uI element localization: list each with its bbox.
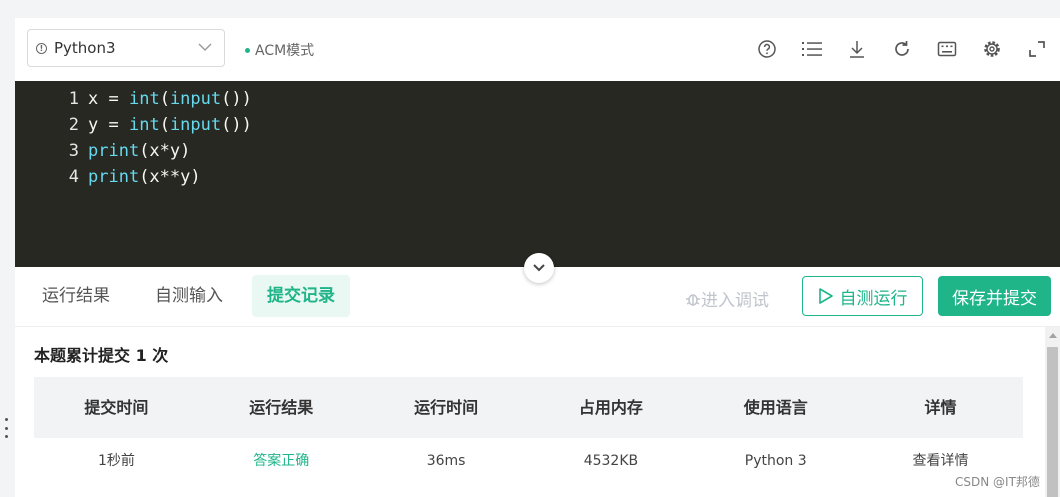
records-table-header: 提交时间 运行结果 运行时间 占用内存 使用语言 详情 (34, 377, 1023, 438)
drag-dot (4, 426, 8, 430)
play-icon (818, 288, 833, 304)
cell-submit-time: 1秒前 (97, 453, 135, 469)
header-result: 运行结果 (249, 398, 314, 417)
save-and-submit-button[interactable]: 保存并提交 (938, 276, 1051, 316)
line-number: 4 (68, 167, 79, 187)
code-line: 3 print(x*y) (15, 138, 191, 164)
cell-memory: 4532KB (583, 453, 639, 469)
header-memory: 占用内存 (578, 398, 643, 417)
code-token: x (88, 89, 99, 109)
code-token: input (169, 115, 222, 135)
code-token: ( (159, 115, 170, 135)
watermark: CSDN @IT邦德 (955, 475, 1040, 489)
submission-summary: 本题累计提交 1 次 (34, 346, 169, 365)
fullscreen-icon[interactable] (1026, 38, 1048, 60)
line-code: y = int(input()) (88, 112, 252, 138)
code-token: print (88, 167, 140, 187)
line-number: 3 (68, 141, 79, 161)
code-line: 4 print(x**y) (15, 164, 201, 190)
line-number: 2 (68, 115, 79, 135)
table-row: 1秒前 答案正确 36ms 4532KB Python 3 查看详情 (34, 438, 1023, 484)
drag-handle[interactable] (4, 418, 8, 438)
cell-runtime: 36ms (426, 453, 466, 469)
debug-button[interactable]: 进入调试 (685, 286, 769, 311)
list-icon[interactable] (801, 38, 823, 60)
code-token: ()) (221, 115, 252, 135)
mode-indicator: ACM模式 (245, 40, 314, 60)
code-editor[interactable]: 1 x = int(input()) 2 y = int(input()) 3 … (15, 81, 1060, 267)
tab-submission-records[interactable]: 提交记录 (252, 275, 350, 317)
line-code: print(x*y) (88, 138, 190, 164)
editor-toolbar: ! Python3 ACM模式 (15, 18, 1060, 81)
scroll-thumb[interactable] (1047, 347, 1058, 497)
language-label: Python3 (54, 39, 116, 57)
self-test-run-button[interactable]: 自测运行 (802, 276, 923, 316)
code-token: y (88, 115, 99, 135)
info-icon: ! (36, 42, 47, 54)
header-submit-time: 提交时间 (84, 398, 149, 417)
bug-icon (686, 293, 700, 306)
mode-dot (245, 47, 250, 53)
header-language: 使用语言 (743, 398, 808, 417)
line-number: 1 (68, 89, 79, 109)
gear-icon[interactable] (981, 38, 1003, 60)
code-line: 1 x = int(input()) (15, 86, 252, 112)
cell-result: 答案正确 (253, 453, 310, 469)
self-test-run-label: 自测运行 (839, 288, 908, 309)
code-token: ( (159, 89, 170, 109)
cell-language: Python 3 (744, 453, 807, 469)
mode-label: ACM模式 (255, 43, 315, 59)
download-icon[interactable] (846, 38, 868, 60)
collapse-editor-button[interactable] (524, 253, 554, 283)
code-token: = (98, 89, 129, 109)
debug-label: 进入调试 (701, 291, 769, 311)
line-code: x = int(input()) (88, 86, 252, 112)
chevron-down-icon (533, 264, 545, 272)
drag-dot (4, 418, 8, 421)
code-token: int (128, 89, 160, 109)
line-code: print(x**y) (88, 164, 201, 190)
help-icon[interactable] (756, 38, 778, 60)
vertical-scrollbar[interactable] (1045, 327, 1060, 497)
refresh-icon[interactable] (891, 38, 913, 60)
code-token: (x**y) (139, 167, 201, 187)
code-token: int (128, 115, 160, 135)
code-token: input (169, 89, 222, 109)
header-runtime: 运行时间 (414, 398, 479, 417)
code-line: 2 y = int(input()) (15, 112, 252, 138)
header-details: 详情 (924, 398, 957, 417)
code-token: ()) (221, 89, 252, 109)
code-token: print (88, 141, 140, 161)
chevron-down-icon (198, 43, 212, 51)
submission-records-panel: 本题累计提交 1 次 提交时间 运行结果 运行时间 占用内存 使用语言 详情 1… (15, 327, 1045, 497)
drag-dot (4, 435, 8, 438)
keyboard-icon[interactable] (936, 38, 958, 60)
tab-run-result[interactable]: 运行结果 (27, 275, 125, 317)
code-token: = (98, 115, 129, 135)
scroll-up-arrow[interactable] (1049, 333, 1057, 338)
code-token: (x*y) (139, 141, 191, 161)
tab-custom-input[interactable]: 自测输入 (140, 275, 238, 317)
language-select[interactable]: ! Python3 (27, 29, 225, 67)
